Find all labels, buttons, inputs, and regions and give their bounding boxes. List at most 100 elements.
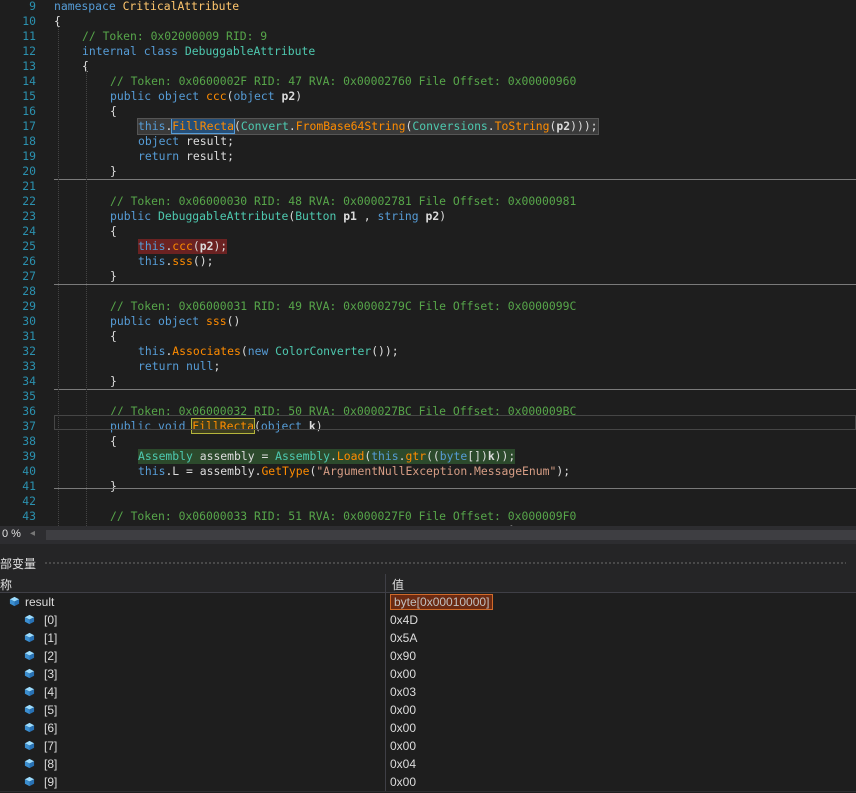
table-row-result[interactable]: result byte[0x00010000] [0, 593, 856, 612]
code-token: , [356, 209, 378, 223]
code-text[interactable]: object result; [138, 134, 234, 149]
table-row[interactable]: [3] 0x00 [0, 665, 856, 684]
code-line[interactable]: 39 Assembly assembly = Assembly.Load(this… [0, 449, 856, 464]
code-line[interactable]: 41} [0, 479, 856, 494]
code-text[interactable]: public object sss() [110, 314, 240, 329]
code-line[interactable]: 31 { [0, 329, 856, 344]
code-text[interactable]: return null; [138, 359, 220, 374]
code-line[interactable]: 11 // Token: 0x02000009 RID: 9 [0, 29, 856, 44]
code-text[interactable]: { [110, 104, 117, 119]
row-divider [385, 611, 386, 629]
code-token: // Token: 0x06000031 RID: 49 RVA: 0x0000… [110, 299, 577, 313]
table-row[interactable]: [9] 0x00 [0, 773, 856, 792]
code-line[interactable]: 14 // Token: 0x0600002F RID: 47 RVA: 0x00… [0, 74, 856, 89]
code-text[interactable]: // Token: 0x06000033 RID: 51 RVA: 0x0000… [110, 509, 576, 524]
code-text[interactable]: this.Associates(new ColorConverter()); [138, 344, 399, 359]
code-token: ()); [371, 344, 399, 358]
code-text[interactable]: public object ccc(object p2) [110, 89, 302, 104]
code-line[interactable]: 32 this.Associates(new ColorConverter()); [0, 344, 856, 359]
code-text[interactable]: Assembly assembly = Assembly.Load(this.g… [138, 449, 516, 464]
code-text[interactable]: { [110, 329, 117, 344]
column-value[interactable]: 值 [392, 576, 404, 593]
code-text[interactable]: } [110, 479, 117, 494]
code-text[interactable]: internal class DebuggableAttribute [82, 44, 315, 59]
code-token: gtr [405, 449, 427, 463]
code-line[interactable]: 16 { [0, 104, 856, 119]
zoom-dropdown-icon[interactable]: ◂ [30, 528, 35, 539]
code-line[interactable]: 21 [0, 179, 856, 194]
code-line[interactable]: 9 namespace CriticalAttribute [0, 0, 856, 14]
code-line[interactable]: 38 { [0, 434, 856, 449]
code-line[interactable]: 22 // Token: 0x06000030 RID: 48 RVA: 0x00… [0, 194, 856, 209]
code-text[interactable]: this.sss(); [138, 254, 213, 269]
table-row[interactable]: [7] 0x00 [0, 737, 856, 756]
code-line[interactable]: 20} [0, 164, 856, 179]
code-line[interactable]: 10{ [0, 14, 856, 29]
variable-cube-icon [24, 776, 35, 787]
code-line[interactable]: 33 return null; [0, 359, 856, 374]
code-token: CriticalAttribute [122, 0, 240, 13]
table-row[interactable]: [5] 0x00 [0, 701, 856, 720]
code-line[interactable]: 40 this.L = assembly.GetType("ArgumentNul… [0, 464, 856, 479]
code-line[interactable]: 17 this.FillRecta(Convert.FromBase64Strin… [0, 118, 856, 135]
column-name[interactable]: 称 [0, 576, 12, 593]
code-text[interactable]: // Token: 0x06000031 RID: 49 RVA: 0x0000… [110, 299, 576, 314]
code-token: this [138, 464, 166, 478]
code-line[interactable]: 35 [0, 389, 856, 404]
code-text[interactable]: public DebuggableAttribute(Button p1 , s… [110, 209, 446, 224]
line-number: 17 [22, 119, 36, 133]
code-token: public object [110, 314, 207, 328]
code-line[interactable]: 26 this.sss(); [0, 254, 856, 269]
horizontal-scrollbar[interactable] [46, 530, 856, 540]
code-token: []) [467, 449, 488, 463]
code-text[interactable]: } [110, 374, 117, 389]
code-line[interactable]: 42 [0, 494, 856, 509]
code-text[interactable]: namespace CriticalAttribute [54, 0, 239, 14]
zoom-level[interactable]: 0 % [2, 528, 21, 540]
table-row[interactable]: [0] 0x4D [0, 611, 856, 630]
indent-guide [58, 22, 59, 526]
code-text[interactable]: } [110, 269, 117, 284]
code-line[interactable]: 15 public object ccc(object p2) [0, 89, 856, 104]
code-line[interactable]: 12 internal class DebuggableAttribute [0, 44, 856, 59]
panel-drag-handle[interactable] [44, 561, 846, 565]
code-line[interactable]: 27} [0, 269, 856, 284]
variable-cube-icon [24, 614, 35, 625]
code-line[interactable]: 34} [0, 374, 856, 389]
code-line[interactable]: 29 // Token: 0x06000031 RID: 49 RVA: 0x00… [0, 299, 856, 314]
code-line[interactable]: 13{ [0, 59, 856, 74]
column-divider[interactable] [385, 574, 386, 592]
table-row[interactable]: [6] 0x00 [0, 719, 856, 738]
code-line[interactable]: 30 public object sss() [0, 314, 856, 329]
code-line[interactable]: 24 { [0, 224, 856, 239]
code-text[interactable]: // Token: 0x06000030 RID: 48 RVA: 0x0000… [110, 194, 576, 209]
code-text[interactable]: this.ccc(p2); [138, 239, 228, 254]
code-line[interactable]: 23 public DebuggableAttribute(Button p1 ,… [0, 209, 856, 224]
element-value: 0x03 [390, 685, 417, 699]
code-text[interactable]: } [110, 164, 117, 179]
code-line[interactable]: 25 this.ccc(p2); [0, 239, 856, 254]
code-line[interactable]: 18 object result; [0, 134, 856, 149]
table-row[interactable]: [1] 0x5A [0, 629, 856, 648]
code-text[interactable]: { [110, 224, 117, 239]
code-text[interactable]: this.FillRecta(Convert.FromBase64String(… [137, 118, 599, 135]
code-token: Assembly [275, 449, 331, 463]
code-line[interactable]: 43 // Token: 0x06000033 RID: 51 RVA: 0x00… [0, 509, 856, 524]
code-text[interactable]: this.L = assembly.GetType("ArgumentNullE… [138, 464, 570, 479]
code-text[interactable]: // Token: 0x02000009 RID: 9 [82, 29, 267, 44]
code-text[interactable]: // Token: 0x0600002F RID: 47 RVA: 0x0000… [110, 74, 576, 89]
code-line[interactable]: 28 [0, 284, 856, 299]
code-token: object [233, 89, 282, 103]
table-row[interactable]: [8] 0x04 [0, 755, 856, 774]
line-number: 39 [22, 449, 36, 463]
code-text[interactable]: return result; [138, 149, 234, 164]
line-number: 11 [22, 29, 36, 43]
code-text[interactable]: { [110, 434, 117, 449]
table-row[interactable]: [2] 0x90 [0, 647, 856, 666]
code-token: DebuggableAttribute [184, 44, 316, 58]
table-row[interactable]: [4] 0x03 [0, 683, 856, 702]
line-number: 34 [22, 374, 36, 388]
code-editor[interactable]: 9 namespace CriticalAttribute 10{11 // Toke… [0, 0, 856, 526]
code-line[interactable]: 19 return result; [0, 149, 856, 164]
code-token: { [110, 104, 117, 118]
